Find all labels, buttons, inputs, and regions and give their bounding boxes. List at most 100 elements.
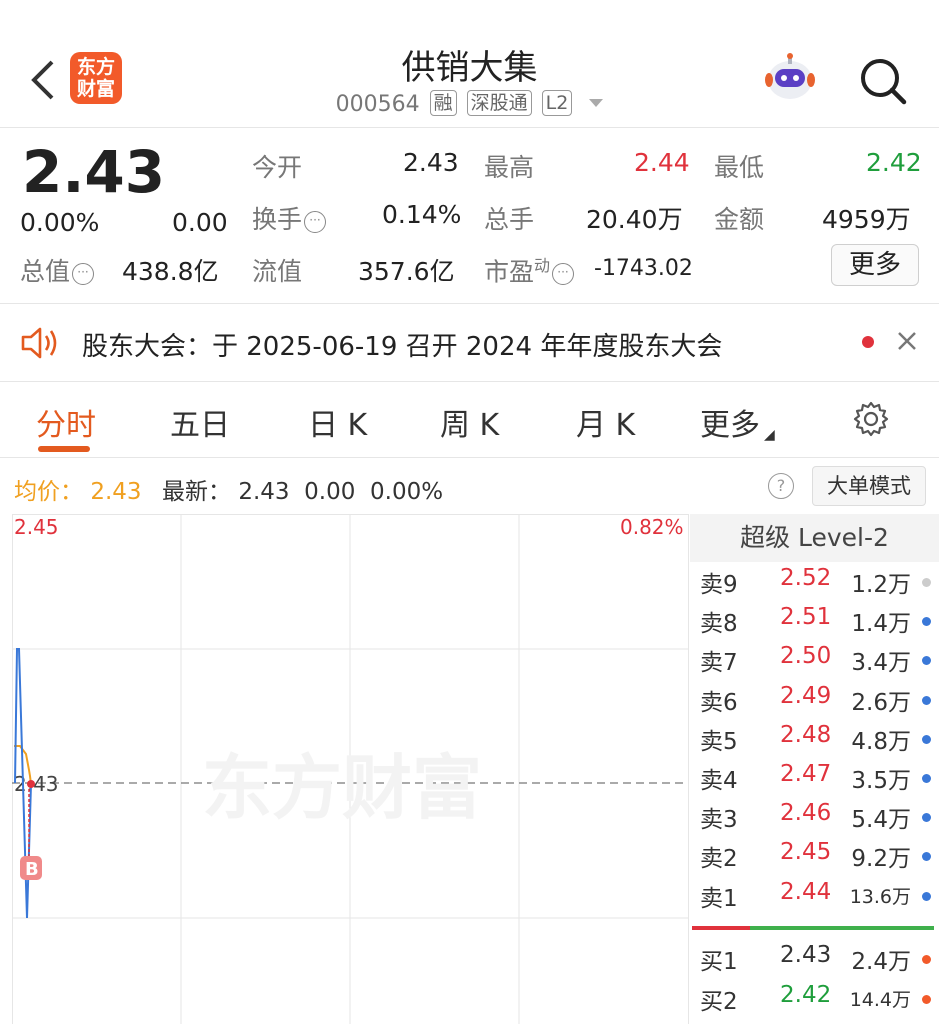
ask-row[interactable]: 卖2 2.45 9.2万 — [690, 837, 939, 876]
latest-change: 0.00 — [304, 479, 356, 505]
buy-marker-label: B — [25, 859, 39, 880]
more-info-icon[interactable]: ··· — [552, 263, 575, 286]
level-volume: 4.8万 — [851, 728, 911, 755]
tab-more-label: 更多 — [700, 408, 760, 443]
header: 东方 财富 供销大集 000564 融 深股通 L2 — [0, 0, 939, 128]
level-dot-icon — [922, 774, 931, 783]
tag-level2: L2 — [541, 90, 573, 116]
speaker-icon — [20, 326, 60, 364]
level-dot-icon — [922, 813, 931, 823]
ask-row[interactable]: 卖6 2.49 2.6万 — [690, 681, 939, 720]
tab-more[interactable]: 更多 ◢ — [700, 400, 775, 444]
latest-price-value: 2.43 — [238, 479, 290, 505]
level-label: 卖4 — [700, 768, 738, 794]
bid-row[interactable]: 买2 2.42 14.4万 — [690, 980, 939, 1019]
more-info-icon[interactable]: ··· — [72, 263, 95, 285]
ask-row[interactable]: 卖4 2.47 3.5万 — [690, 759, 939, 798]
tab-daily-k[interactable]: 日 K — [308, 400, 367, 444]
level-volume: 2.6万 — [851, 689, 911, 716]
search-icon[interactable] — [858, 56, 908, 106]
level-label: 卖2 — [700, 846, 738, 873]
bid-ask-ratio-bar-green — [750, 926, 934, 930]
level-price: 2.44 — [780, 878, 832, 905]
quote-panel: 2.43 0.00% 0.00 总值 ··· 438.8亿 今开 2.43 最高 … — [0, 128, 939, 304]
avg-price: 均价： 2.43 — [14, 472, 142, 506]
level-price: 2.48 — [780, 721, 832, 748]
more-info-icon[interactable]: ··· — [304, 211, 327, 233]
high-label: 最高 — [484, 153, 535, 182]
change-pct: 0.00% — [20, 208, 100, 237]
close-icon[interactable] — [896, 330, 918, 356]
latest-pct: 0.00% — [370, 479, 444, 505]
level-volume: 13.6万 — [849, 885, 911, 908]
level-price: 2.52 — [780, 565, 832, 591]
level-dot-icon — [922, 852, 931, 862]
volume-value: 20.40万 — [586, 205, 683, 234]
level-label: 卖7 — [700, 650, 738, 677]
ask-row[interactable]: 卖7 2.50 3.4万 — [690, 641, 939, 680]
gear-icon[interactable] — [852, 400, 890, 442]
level-volume: 9.2万 — [851, 846, 911, 873]
ask-row[interactable]: 卖3 2.46 5.4万 — [690, 798, 939, 837]
more-button[interactable]: 更多 — [831, 244, 919, 286]
level-price: 2.49 — [780, 682, 832, 709]
level-price: 2.42 — [780, 981, 832, 1008]
tab-five-day[interactable]: 五日 — [170, 400, 230, 444]
tab-monthly-k[interactable]: 月 K — [576, 400, 635, 444]
mktcap-field[interactable]: 总值 ··· — [20, 252, 95, 288]
float-value: 357.6亿 — [358, 257, 455, 286]
low-value: 2.42 — [866, 148, 922, 177]
level-label: 卖9 — [700, 572, 738, 598]
level-price: 2.43 — [780, 942, 832, 968]
pe-label: 市盈 — [484, 257, 535, 287]
mktcap-label: 总值 — [20, 257, 71, 286]
low-label: 最低 — [714, 153, 765, 182]
level-price: 2.51 — [780, 604, 832, 631]
tag-connect: 深股通 — [466, 90, 532, 116]
ask-row[interactable]: 卖8 2.51 1.4万 — [690, 602, 939, 641]
amount-label: 金额 — [714, 205, 765, 234]
level-price: 2.47 — [780, 761, 832, 787]
level-volume: 2.4万 — [851, 949, 911, 975]
level-label: 卖3 — [700, 807, 738, 834]
avg-price-row: 均价： 2.43 最新： 2.43 0.00 0.00% — [0, 458, 939, 514]
latest-price: 最新： 2.43 0.00 0.00% — [162, 472, 443, 506]
ask-row[interactable]: 卖5 2.48 4.8万 — [690, 720, 939, 759]
chart-tabs: 分时 五日 日 K 周 K 月 K 更多 ◢ — [0, 382, 939, 458]
pe-field[interactable]: 市盈动 ··· — [484, 252, 575, 288]
bid-row[interactable]: 买1 2.43 2.4万 — [690, 940, 939, 979]
pe-value: -1743.02 — [594, 256, 693, 281]
help-icon[interactable]: ? — [768, 473, 794, 499]
ask-row[interactable]: 卖9 2.52 1.2万 — [690, 563, 939, 602]
current-price: 2.43 — [22, 138, 166, 206]
level2-title[interactable]: 超级 Level-2 — [690, 514, 939, 562]
level-volume: 1.4万 — [851, 611, 911, 638]
level-label: 卖6 — [700, 689, 738, 716]
chevron-down-icon[interactable] — [589, 99, 604, 107]
turnover-field[interactable]: 换手 ··· — [252, 200, 327, 236]
level-dot-icon — [922, 955, 931, 964]
tab-weekly-k[interactable]: 周 K — [440, 400, 499, 444]
top-pct-label: 0.82% — [620, 515, 684, 539]
level-volume: 14.4万 — [849, 988, 911, 1011]
tag-margin: 融 — [429, 90, 457, 116]
high-value: 2.44 — [634, 148, 690, 177]
bid-ask-ratio-bar-red — [692, 926, 750, 930]
intraday-chart[interactable]: 东方财富 2.45 0.82% 2.43 B — [12, 514, 688, 1024]
level-volume: 5.4万 — [851, 807, 911, 834]
level-dot-icon — [922, 656, 931, 666]
robot-assistant-icon[interactable] — [763, 52, 817, 102]
level-dot-icon — [922, 617, 931, 627]
ask-row[interactable]: 卖1 2.44 13.6万 — [690, 877, 939, 916]
trade-point — [27, 780, 35, 788]
level-price: 2.45 — [780, 839, 832, 866]
big-order-mode-button[interactable]: 大单模式 — [812, 466, 926, 506]
turnover-value: 0.14% — [382, 200, 462, 229]
avg-label: 均价： — [14, 479, 83, 505]
tab-intraday[interactable]: 分时 — [36, 400, 96, 444]
active-tab-indicator — [38, 446, 90, 452]
triangle-down-icon: ◢ — [764, 427, 775, 443]
latest-label: 最新： — [162, 479, 231, 505]
open-label: 今开 — [252, 153, 303, 182]
notice-bar[interactable]: 股东大会：于 2025-06-19 召开 2024 年年度股东大会 — [0, 304, 939, 382]
